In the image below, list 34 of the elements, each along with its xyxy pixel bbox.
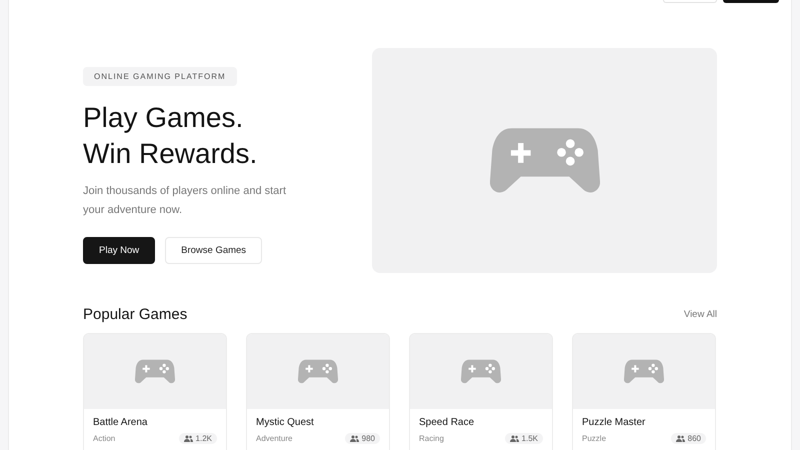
player-count: 860 <box>670 433 706 444</box>
gamepad-icon <box>490 126 600 195</box>
category-badge: ONLINE GAMING PLATFORM <box>83 67 237 86</box>
people-icon <box>350 435 359 442</box>
game-title: Puzzle Master <box>582 417 646 428</box>
game-genre: Racing <box>419 434 444 443</box>
people-icon <box>184 435 193 442</box>
game-card[interactable]: Puzzle Master Puzzle 860 <box>572 333 716 450</box>
game-title: Speed Race <box>419 417 476 428</box>
people-icon <box>676 435 685 442</box>
people-icon <box>510 435 519 442</box>
game-genre: Adventure <box>256 434 292 443</box>
view-all-link[interactable]: View All <box>684 309 717 320</box>
player-count: 1.5K <box>504 433 543 444</box>
gamepad-icon <box>461 359 501 384</box>
browse-games-button[interactable]: Browse Games <box>165 237 262 264</box>
hero-title: Play Games. <box>83 101 244 135</box>
player-count: 980 <box>344 433 380 444</box>
section-title: Popular Games <box>83 306 188 323</box>
game-title: Battle Arena <box>93 417 148 428</box>
game-genre: Action <box>93 434 116 443</box>
game-card[interactable]: Battle Arena Action 1.2K <box>83 333 227 450</box>
game-card[interactable]: Mystic Quest Adventure 980 <box>246 333 390 450</box>
gamepad-icon <box>298 359 338 384</box>
hero-subtitle: Join thousands of players online and start your adventure now. <box>83 184 288 218</box>
play-now-button[interactable]: Play Now <box>83 237 156 264</box>
gamepad-icon <box>135 359 175 384</box>
gamepad-icon <box>624 359 664 384</box>
header-button[interactable] <box>723 0 779 3</box>
game-genre: Puzzle <box>582 434 606 443</box>
game-card[interactable]: Speed Race Racing 1.5K <box>409 333 553 450</box>
player-count: 1.2K <box>178 433 217 444</box>
game-title: Mystic Quest <box>256 417 315 428</box>
hero-title: Win Rewards. <box>83 137 258 171</box>
